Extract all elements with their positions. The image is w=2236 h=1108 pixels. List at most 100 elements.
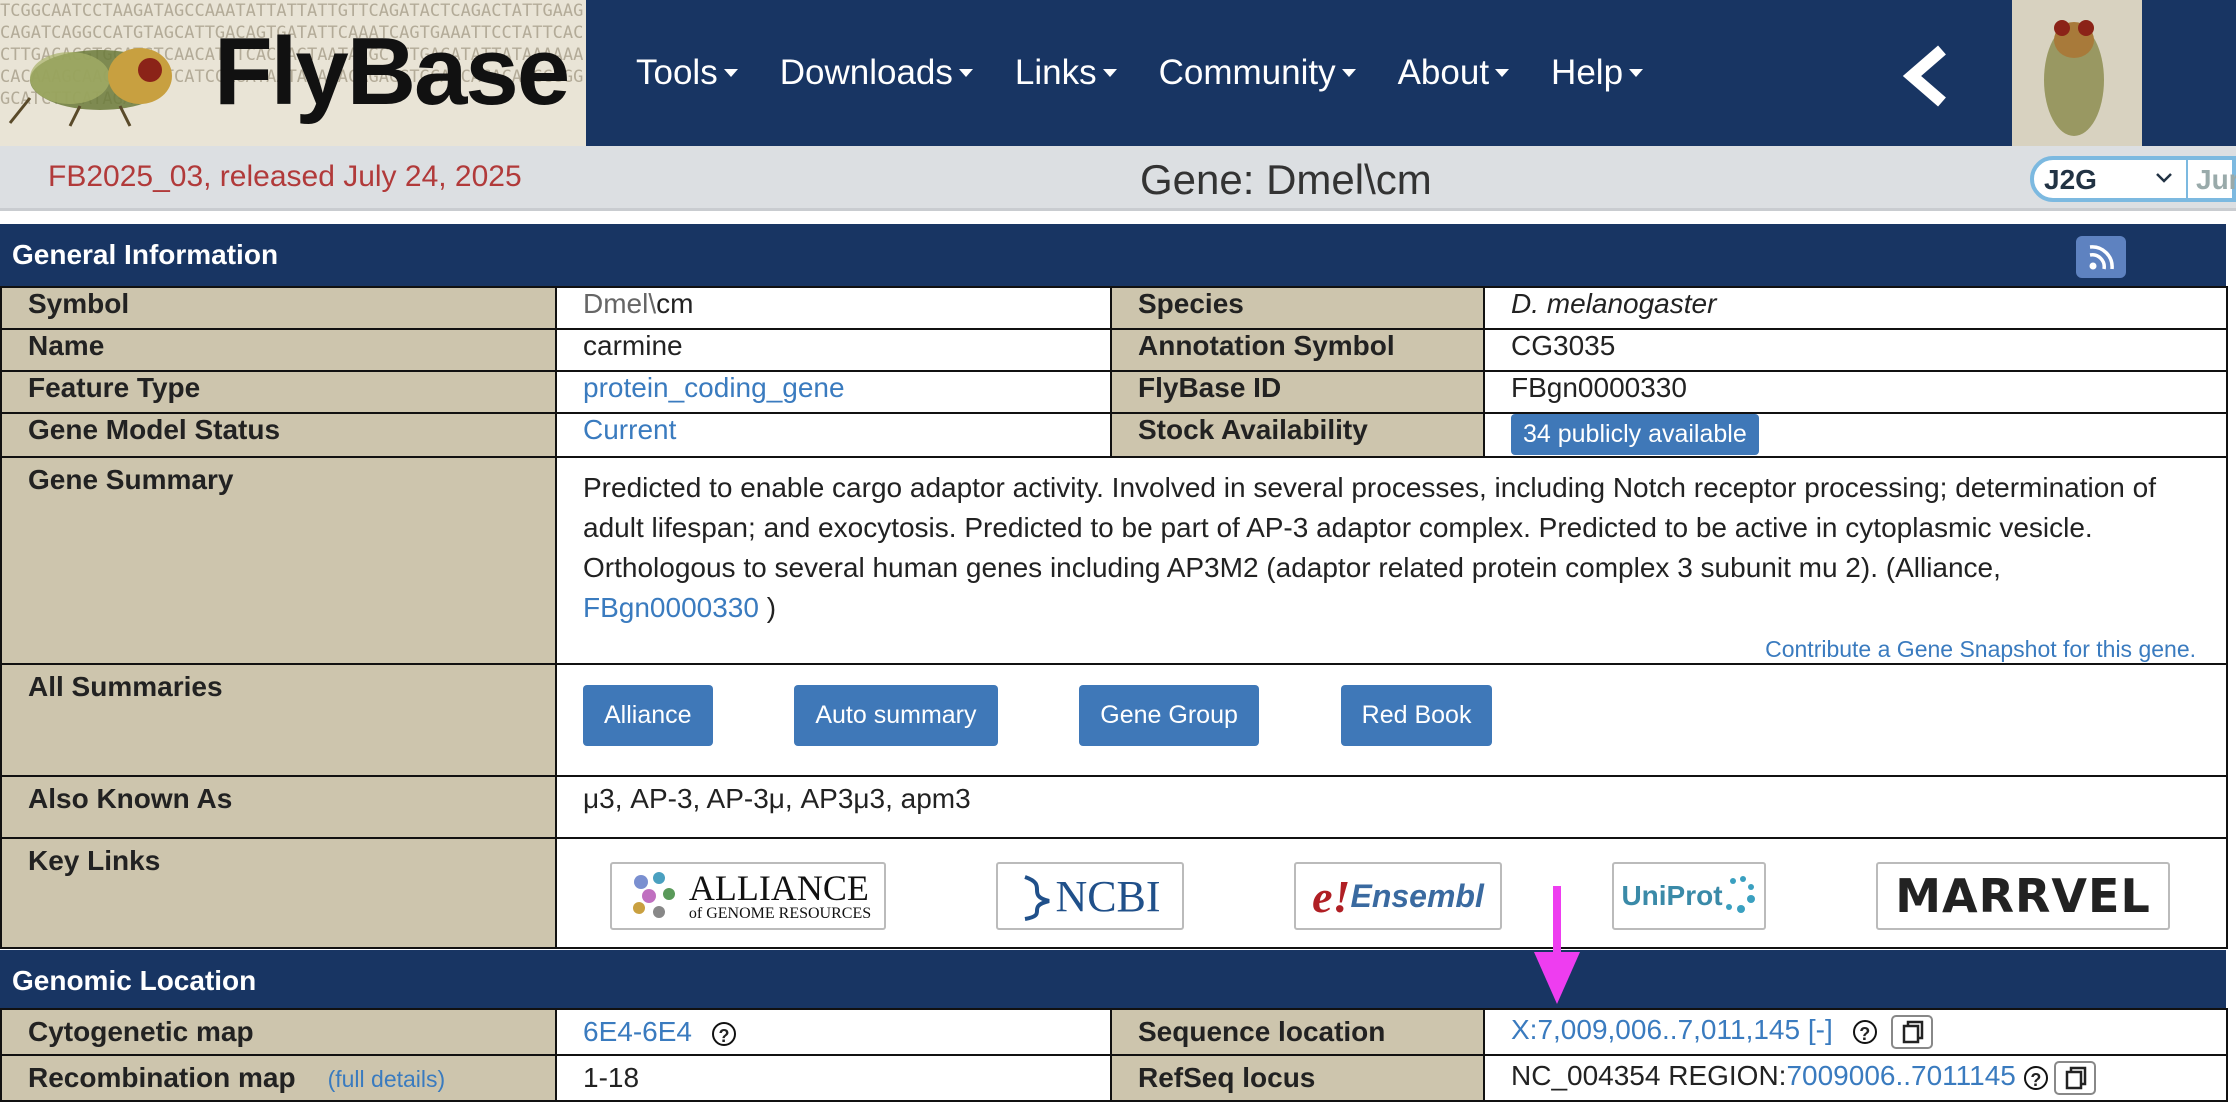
alliance-icon	[632, 872, 675, 918]
name-value: carmine	[555, 328, 1112, 372]
alliance-link[interactable]: ALLIANCE of GENOME RESOURCES	[610, 862, 886, 930]
uniprot-logo-text: UniProt	[1621, 880, 1723, 911]
feature-type-cell: protein_coding_gene	[555, 370, 1112, 414]
cytogenetic-map-cell: 6E4-6E4?	[555, 1008, 1112, 1056]
genomic-location-title: Genomic Location	[12, 965, 257, 996]
feature-type-link[interactable]: protein_coding_gene	[583, 372, 845, 403]
alliance-summary-button[interactable]: Alliance	[583, 685, 713, 746]
refseq-region-link[interactable]: 7009006..7011145	[1786, 1060, 2015, 1091]
all-summaries-cell: Alliance Auto summary Gene Group Red Boo…	[555, 663, 2228, 777]
nav-downloads[interactable]: Downloads	[780, 53, 973, 93]
copy-icon[interactable]	[2053, 1060, 2096, 1095]
marrvel-logo-text: MARRVEL	[1895, 869, 2151, 923]
caret-down-icon	[1495, 69, 1510, 77]
caret-down-icon	[958, 69, 973, 77]
ncbi-logo-text: NCBI	[1055, 871, 1161, 921]
general-info-table: Symbol Dmel\cm Species D. melanogaster N…	[0, 286, 2228, 949]
nav-community[interactable]: Community	[1159, 53, 1356, 93]
nav-tools-label: Tools	[636, 53, 718, 92]
marrvel-link[interactable]: MARRVEL	[1876, 862, 2170, 930]
nav-tools[interactable]: Tools	[636, 53, 738, 93]
fly-image-icon	[2012, 0, 2142, 146]
ncbi-link[interactable]: NCBI	[996, 862, 1184, 930]
caret-down-icon	[1341, 69, 1356, 77]
nav-links-label: Links	[1014, 53, 1097, 92]
nav-links[interactable]: Links	[1015, 53, 1117, 93]
annotation-symbol-value: CG3035	[1483, 328, 2228, 372]
jump-type-value: J2G	[2044, 164, 2097, 195]
annotation-arrow-icon	[1534, 886, 1580, 1004]
genomic-location-header[interactable]: Genomic Location	[0, 950, 2226, 1012]
nav-about-label: About	[1397, 53, 1490, 92]
release-info: FB2025_03, released July 24, 2025	[48, 160, 522, 193]
help-icon[interactable]: ?	[1852, 1019, 1877, 1044]
gene-summary-cell: Predicted to enable cargo adaptor activi…	[555, 456, 2228, 665]
cytogenetic-map-link[interactable]: 6E4-6E4	[583, 1016, 692, 1047]
all-summaries-label: All Summaries	[0, 663, 557, 777]
uniprot-link[interactable]: UniProt	[1612, 862, 1766, 930]
contribute-snapshot-link[interactable]: Contribute a Gene Snapshot for this gene…	[583, 636, 2226, 663]
help-icon[interactable]: ?	[2023, 1065, 2048, 1090]
jump-input-placeholder: Jur	[2196, 164, 2236, 195]
sequence-location-label: Sequence location	[1110, 1008, 1485, 1056]
nav-about[interactable]: About	[1397, 53, 1510, 93]
refseq-prefix: NC_004354 REGION:	[1511, 1060, 1787, 1091]
gene-model-status-link[interactable]: Current	[583, 414, 676, 445]
recombination-map-label: Recombination map	[28, 1062, 296, 1093]
summary-fbgn-link[interactable]: FBgn0000330	[583, 592, 759, 623]
uniprot-dots-icon	[1725, 876, 1755, 913]
nav-downloads-label: Downloads	[779, 53, 953, 92]
general-info-header[interactable]: General Information	[0, 224, 2226, 286]
symbol-label: Symbol	[0, 286, 557, 330]
species-label: Species	[1110, 286, 1485, 330]
gene-model-status-cell: Current	[555, 412, 1112, 458]
nav-help[interactable]: Help	[1551, 53, 1644, 93]
caret-down-icon	[1629, 69, 1644, 77]
jump-input[interactable]: Jur	[2186, 160, 2236, 198]
alliance-logo-subtext: of GENOME RESOURCES	[688, 905, 872, 922]
general-info-title: General Information	[12, 239, 279, 270]
name-label: Name	[0, 328, 557, 372]
ensembl-e-icon: e!	[1312, 870, 1351, 922]
chevron-down-icon	[2156, 173, 2172, 183]
flybase-logo[interactable]: TCGGCAATCCTAAGATAGCCAAATATTATTATTGTTCAGA…	[0, 0, 586, 146]
rss-button[interactable]	[2076, 236, 2126, 278]
ensembl-link[interactable]: e! Ensembl	[1294, 862, 1502, 930]
refseq-locus-cell: NC_004354 REGION:7009006..7011145?	[1483, 1054, 2228, 1102]
rss-icon	[2089, 245, 2114, 270]
symbol-value: Dmel\cm	[555, 286, 1112, 330]
help-icon[interactable]: ?	[711, 1021, 736, 1046]
site-header: TCGGCAATCCTAAGATAGCCAAATATTATTATTGTTCAGA…	[0, 0, 2236, 146]
auto-summary-button[interactable]: Auto summary	[794, 685, 998, 746]
page-title: Gene: Dmel\cm	[1140, 156, 1432, 203]
symbol-name: cm	[656, 288, 694, 319]
caret-down-icon	[723, 69, 738, 77]
ensembl-logo-text: Ensembl	[1350, 877, 1484, 914]
copy-icon[interactable]	[1890, 1014, 1933, 1049]
nav-help-label: Help	[1551, 53, 1624, 92]
feature-type-label: Feature Type	[0, 370, 557, 414]
stock-availability-label: Stock Availability	[1110, 412, 1485, 458]
ncbi-helix-icon	[1024, 875, 1051, 921]
jump-type-select[interactable]: J2G Jur	[2030, 156, 2236, 202]
alliance-logo-text: ALLIANCE	[688, 868, 869, 908]
annotation-symbol-label: Annotation Symbol	[1110, 328, 1485, 372]
fly-logo-icon	[8, 48, 172, 127]
full-details-link[interactable]: (full details)	[328, 1066, 446, 1092]
gene-summary-text: Predicted to enable cargo adaptor activi…	[583, 458, 2226, 628]
summary-close-paren: )	[758, 592, 777, 623]
gene-group-button[interactable]: Gene Group	[1079, 685, 1259, 746]
species-value: D. melanogaster	[1483, 286, 2228, 330]
main-nav: Tools Downloads Links Community About He…	[636, 0, 1685, 146]
stock-availability-button[interactable]: 34 publicly available	[1511, 414, 1759, 455]
recombination-map-label-cell: Recombination map (full details)	[0, 1054, 557, 1102]
sequence-location-cell: X:7,009,006..7,011,145 [-]?	[1483, 1008, 2228, 1056]
nav-community-label: Community	[1158, 53, 1336, 92]
red-book-button[interactable]: Red Book	[1340, 685, 1493, 746]
chevron-left-icon[interactable]	[1896, 44, 1956, 108]
sequence-location-link[interactable]: X:7,009,006..7,011,145 [-]	[1511, 1014, 1833, 1045]
also-known-as-label: Also Known As	[0, 775, 557, 839]
symbol-prefix: Dmel\	[583, 288, 657, 319]
gene-summary-label: Gene Summary	[0, 456, 557, 665]
flybase-id-label: FlyBase ID	[1110, 370, 1485, 414]
